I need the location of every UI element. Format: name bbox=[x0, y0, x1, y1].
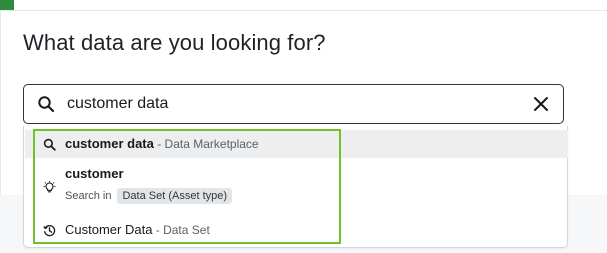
search-in-term: customer bbox=[65, 166, 124, 181]
recent-search-item[interactable]: Customer Data - Data Set bbox=[25, 218, 568, 244]
suggestion-separator: - bbox=[153, 137, 165, 151]
suggestion-term: customer data bbox=[65, 136, 154, 151]
recent-separator: - bbox=[152, 223, 164, 237]
recent-type: Data Set bbox=[163, 223, 210, 237]
top-divider bbox=[0, 10, 607, 11]
search-in-subline: Search in Data Set (Asset type) bbox=[65, 188, 233, 204]
top-accent bbox=[0, 0, 14, 10]
search-suggestions-dropdown: customer data - Data Marketplace custome… bbox=[23, 126, 568, 248]
history-icon bbox=[43, 224, 56, 237]
search-box[interactable] bbox=[23, 84, 564, 124]
recent-term: Customer Data bbox=[65, 222, 153, 237]
close-icon bbox=[534, 97, 548, 111]
asset-type-chip: Data Set (Asset type) bbox=[117, 188, 233, 204]
page: What data are you looking for? customer … bbox=[0, 0, 607, 253]
lightbulb-icon bbox=[43, 181, 56, 194]
suggestion-scope: Data Marketplace bbox=[164, 137, 259, 151]
search-icon bbox=[37, 95, 55, 113]
search-in-asset-type-item[interactable]: customer Search in Data Set (Asset type) bbox=[25, 162, 568, 212]
search-in-prefix: Search in bbox=[65, 190, 112, 202]
recent-text: Customer Data - Data Set bbox=[65, 222, 210, 237]
suggestion-text: customer data - Data Marketplace bbox=[65, 136, 259, 151]
clear-search-button[interactable] bbox=[531, 94, 551, 114]
page-title: What data are you looking for? bbox=[23, 30, 326, 55]
suggestion-item-data-marketplace[interactable]: customer data - Data Marketplace bbox=[25, 130, 568, 158]
search-input[interactable] bbox=[67, 93, 497, 115]
search-icon bbox=[43, 138, 56, 151]
